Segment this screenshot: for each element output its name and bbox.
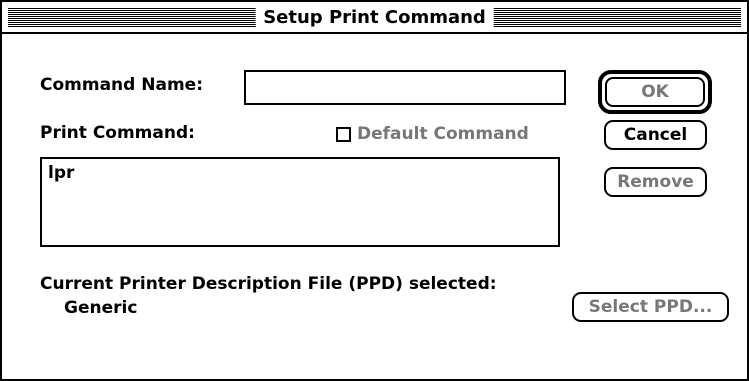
select-ppd-button[interactable]: Select PPD... bbox=[572, 292, 729, 322]
ok-button-label: OK bbox=[605, 77, 705, 107]
default-command-checkbox[interactable]: Default Command bbox=[336, 124, 529, 144]
command-name-input[interactable] bbox=[252, 76, 558, 99]
print-command-field[interactable]: lpr bbox=[40, 157, 560, 247]
ppd-label: Current Printer Description File (PPD) s… bbox=[40, 274, 497, 294]
title-bar[interactable]: Setup Print Command bbox=[2, 2, 747, 34]
remove-button[interactable]: Remove bbox=[604, 167, 707, 197]
cancel-button[interactable]: Cancel bbox=[604, 120, 707, 150]
command-name-field[interactable] bbox=[244, 70, 566, 105]
setup-print-command-dialog: Setup Print Command Command Name: Print … bbox=[0, 0, 749, 381]
ok-button[interactable]: OK bbox=[598, 70, 712, 114]
checkbox-box[interactable] bbox=[336, 126, 351, 142]
dialog-title: Setup Print Command bbox=[255, 5, 494, 31]
ppd-value: Generic bbox=[64, 298, 138, 318]
command-name-label: Command Name: bbox=[40, 75, 203, 95]
default-command-label: Default Command bbox=[357, 124, 529, 144]
print-command-label: Print Command: bbox=[40, 123, 195, 143]
print-command-text[interactable]: lpr bbox=[48, 163, 552, 183]
